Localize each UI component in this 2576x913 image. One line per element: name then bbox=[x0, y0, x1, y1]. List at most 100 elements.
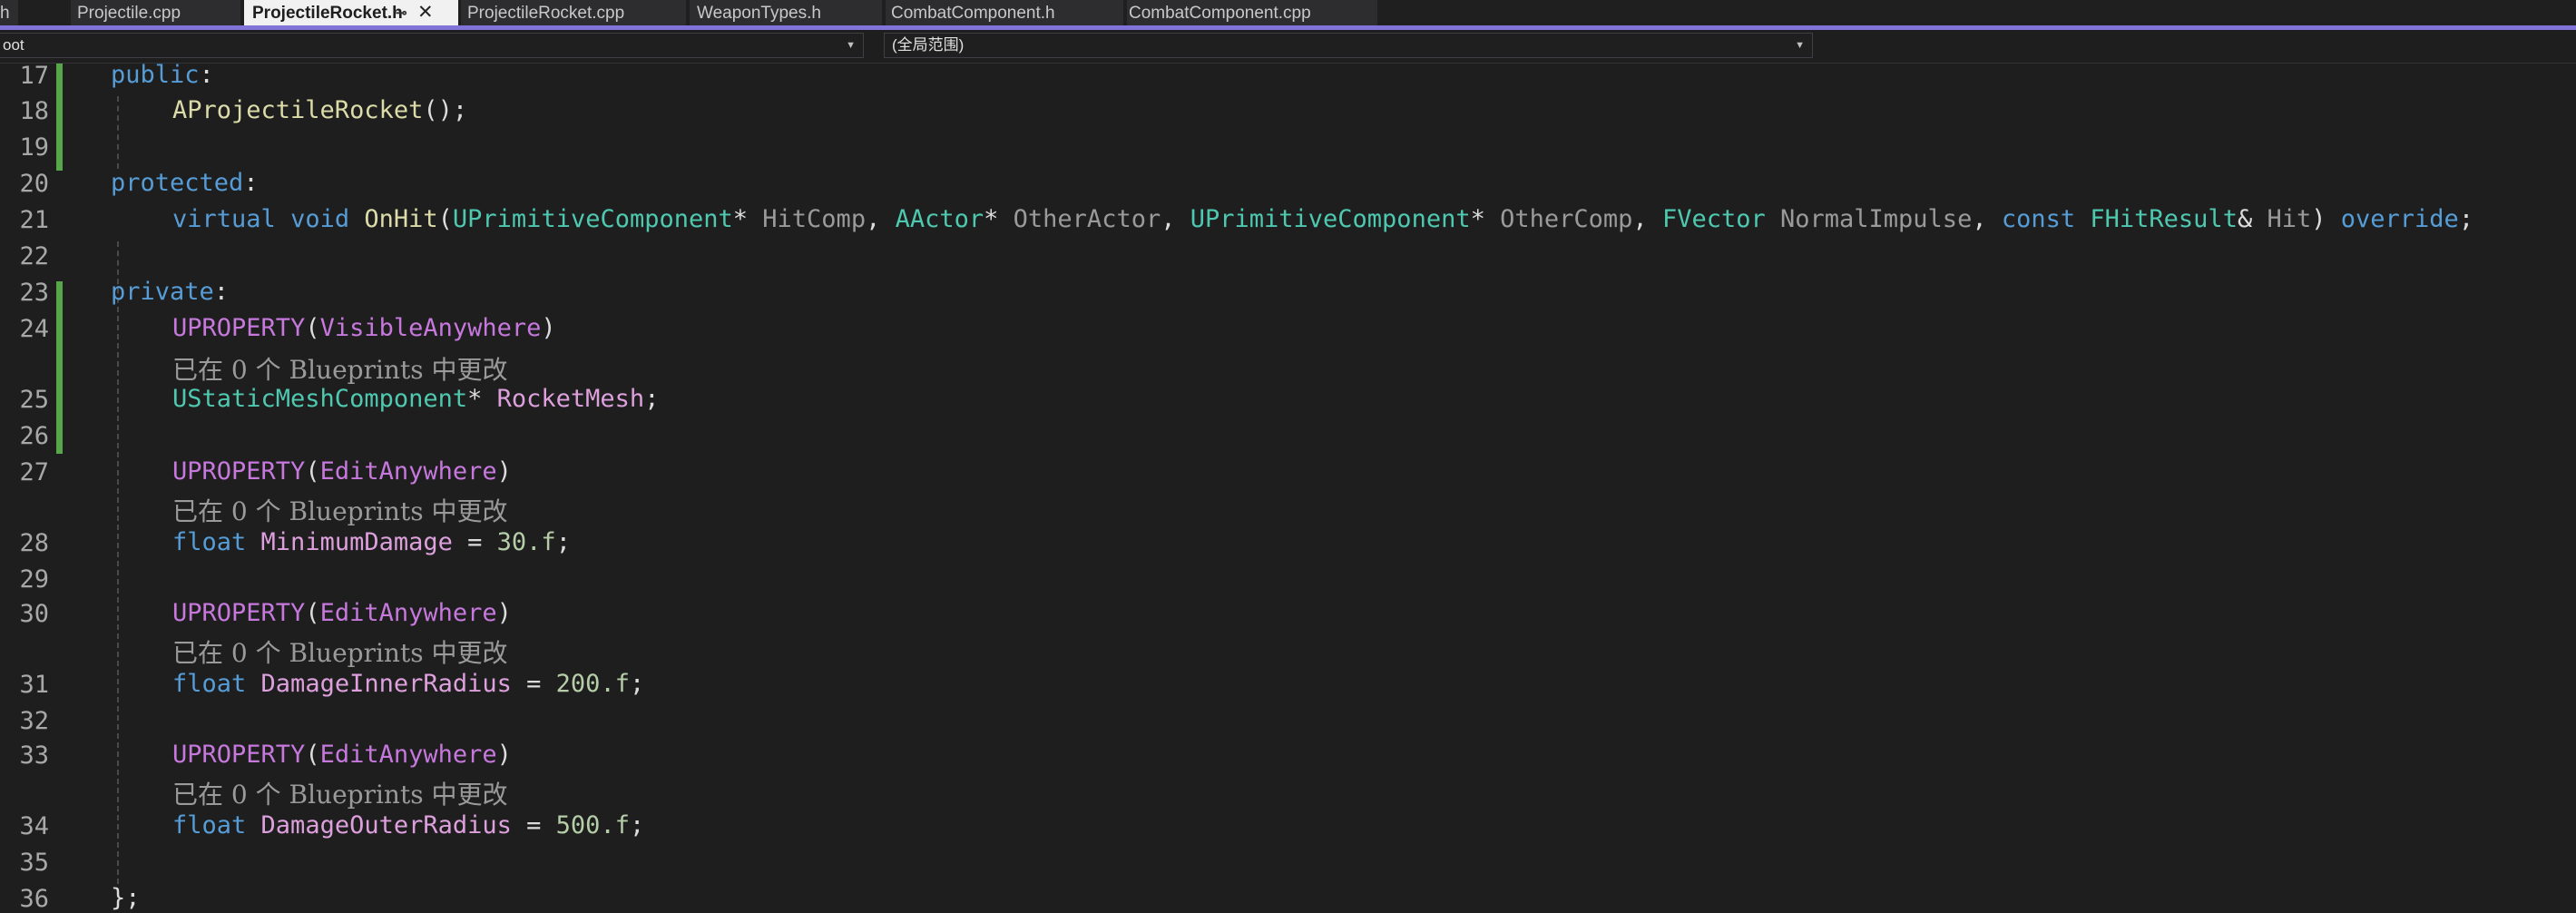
code-token: void bbox=[290, 205, 350, 233]
code-line[interactable]: virtual void OnHit(UPrimitiveComponent* … bbox=[172, 205, 2473, 233]
change-bar bbox=[56, 64, 63, 171]
line-number: 29 bbox=[19, 565, 49, 594]
blueprint-references-hint[interactable]: 已在 0 个 Blueprints 中更改 bbox=[172, 492, 507, 528]
tab-weapontypes-h[interactable]: WeaponTypes.h bbox=[690, 0, 882, 25]
code-token: ; bbox=[629, 811, 645, 839]
code-token: ; bbox=[555, 528, 571, 556]
code-token: UStaticMeshComponent bbox=[172, 385, 468, 413]
code-token: & bbox=[2237, 205, 2267, 233]
code-token: * bbox=[467, 385, 497, 413]
tab-combatcomponent-h[interactable]: CombatComponent.h bbox=[886, 0, 1123, 25]
tab-projectilerocket-cpp[interactable]: ProjectileRocket.cpp bbox=[461, 0, 686, 25]
code-token: UPROPERTY bbox=[172, 314, 306, 342]
code-token: float bbox=[172, 670, 247, 698]
tab-label: ProjectileRocket.h bbox=[252, 4, 403, 23]
close-icon[interactable]: ✕ bbox=[417, 0, 434, 25]
line-number: 31 bbox=[19, 671, 49, 699]
code-token: ; bbox=[629, 670, 645, 698]
code-token: , bbox=[1972, 205, 2002, 233]
scope-dropdown-label: (全局范围) bbox=[892, 36, 965, 54]
code-token: : bbox=[243, 169, 259, 197]
code-token: float bbox=[172, 528, 247, 556]
code-token: EditAnywhere bbox=[319, 741, 497, 769]
chevron-down-icon: ▼ bbox=[1795, 40, 1805, 51]
code-token: public bbox=[111, 61, 200, 89]
code-line[interactable]: public: bbox=[111, 61, 214, 89]
blueprint-references-hint[interactable]: 已在 0 个 Blueprints 中更改 bbox=[172, 775, 507, 811]
project-dropdown[interactable]: oot ▼ bbox=[0, 33, 864, 58]
code-token: Hit bbox=[2267, 205, 2312, 233]
tab-projectile-cpp[interactable]: Projectile.cpp bbox=[71, 0, 240, 25]
line-number: 23 bbox=[19, 279, 49, 307]
code-token: RocketMesh bbox=[496, 385, 645, 413]
code-token: UPROPERTY bbox=[172, 457, 306, 486]
code-token: * bbox=[984, 205, 1014, 233]
code-token: HitComp bbox=[762, 205, 867, 233]
line-number: 17 bbox=[19, 62, 49, 90]
code-line[interactable]: UPROPERTY(EditAnywhere) bbox=[172, 457, 512, 486]
tab-combatcomponent-cpp[interactable]: CombatComponent.cpp bbox=[1127, 0, 1377, 25]
code-line[interactable]: protected: bbox=[111, 169, 259, 197]
code-line[interactable]: float DamageInnerRadius = 200.f; bbox=[172, 670, 644, 698]
code-token: : bbox=[199, 61, 214, 89]
code-line[interactable]: UStaticMeshComponent* RocketMesh; bbox=[172, 385, 659, 413]
code-token: = bbox=[511, 670, 556, 698]
code-line[interactable]: private: bbox=[111, 278, 229, 306]
line-number: 21 bbox=[19, 206, 49, 234]
code-token: const bbox=[2001, 205, 2076, 233]
code-line[interactable]: UPROPERTY(EditAnywhere) bbox=[172, 599, 512, 627]
code-token: OtherActor bbox=[1013, 205, 1161, 233]
code-line[interactable]: UPROPERTY(VisibleAnywhere) bbox=[172, 314, 556, 342]
code-token: ; bbox=[644, 385, 660, 413]
code-token: = bbox=[452, 528, 497, 556]
code-token: ( bbox=[305, 457, 320, 486]
line-number: 18 bbox=[19, 97, 49, 125]
indent-guide bbox=[117, 96, 119, 169]
code-line[interactable]: }; bbox=[111, 884, 141, 912]
code-line[interactable]: UPROPERTY(EditAnywhere) bbox=[172, 741, 512, 769]
scope-dropdown[interactable]: (全局范围) ▼ bbox=[884, 33, 1813, 58]
tab-label: h bbox=[0, 4, 10, 23]
code-token: * bbox=[732, 205, 763, 233]
blueprint-references-hint[interactable]: 已在 0 个 Blueprints 中更改 bbox=[172, 350, 507, 387]
code-token: UPrimitiveComponent bbox=[1190, 205, 1471, 233]
code-token: , bbox=[1161, 205, 1190, 233]
line-number: 35 bbox=[19, 849, 49, 877]
line-number: 22 bbox=[19, 242, 49, 270]
blueprint-references-hint[interactable]: 已在 0 个 Blueprints 中更改 bbox=[172, 633, 507, 670]
indent-guide bbox=[117, 316, 119, 884]
code-token: OnHit bbox=[364, 205, 438, 233]
code-token: AActor bbox=[895, 205, 984, 233]
code-token: = bbox=[511, 811, 556, 839]
code-line[interactable]: float MinimumDamage = 30.f; bbox=[172, 528, 571, 556]
code-token: FVector bbox=[1661, 205, 1766, 233]
code-line[interactable]: AProjectileRocket(); bbox=[172, 96, 467, 124]
tab-truncated[interactable]: h bbox=[0, 0, 18, 25]
code-token: AProjectileRocket bbox=[172, 96, 424, 124]
code-token: UPROPERTY bbox=[172, 599, 306, 627]
code-token: MinimumDamage bbox=[260, 528, 453, 556]
code-token: , bbox=[1632, 205, 1662, 233]
code-token: ) bbox=[496, 741, 512, 769]
code-token: ) bbox=[496, 457, 512, 486]
chevron-down-icon: ▼ bbox=[846, 40, 856, 51]
code-token: VisibleAnywhere bbox=[319, 314, 542, 342]
code-token: override bbox=[2340, 205, 2459, 233]
code-token: FHitResult bbox=[2090, 205, 2238, 233]
pin-icon[interactable]: ⊸ bbox=[396, 0, 407, 25]
navigation-bar: oot ▼ (全局范围) ▼ bbox=[0, 30, 2576, 64]
code-token: 200.f bbox=[555, 670, 630, 698]
tab-projectilerocket-h[interactable]: ProjectileRocket.h ⊸ ✕ bbox=[244, 0, 458, 25]
tab-label: CombatComponent.cpp bbox=[1129, 4, 1311, 23]
code-token: DamageInnerRadius bbox=[260, 670, 512, 698]
code-line[interactable]: float DamageOuterRadius = 500.f; bbox=[172, 811, 644, 839]
code-token: float bbox=[172, 811, 247, 839]
code-token: }; bbox=[111, 884, 141, 912]
code-editor[interactable]: 17 18 19 20 21 22 23 24 25 26 27 28 29 30 31 32 33 34 35 36… bbox=[0, 61, 2576, 913]
code-token: protected bbox=[111, 169, 244, 197]
